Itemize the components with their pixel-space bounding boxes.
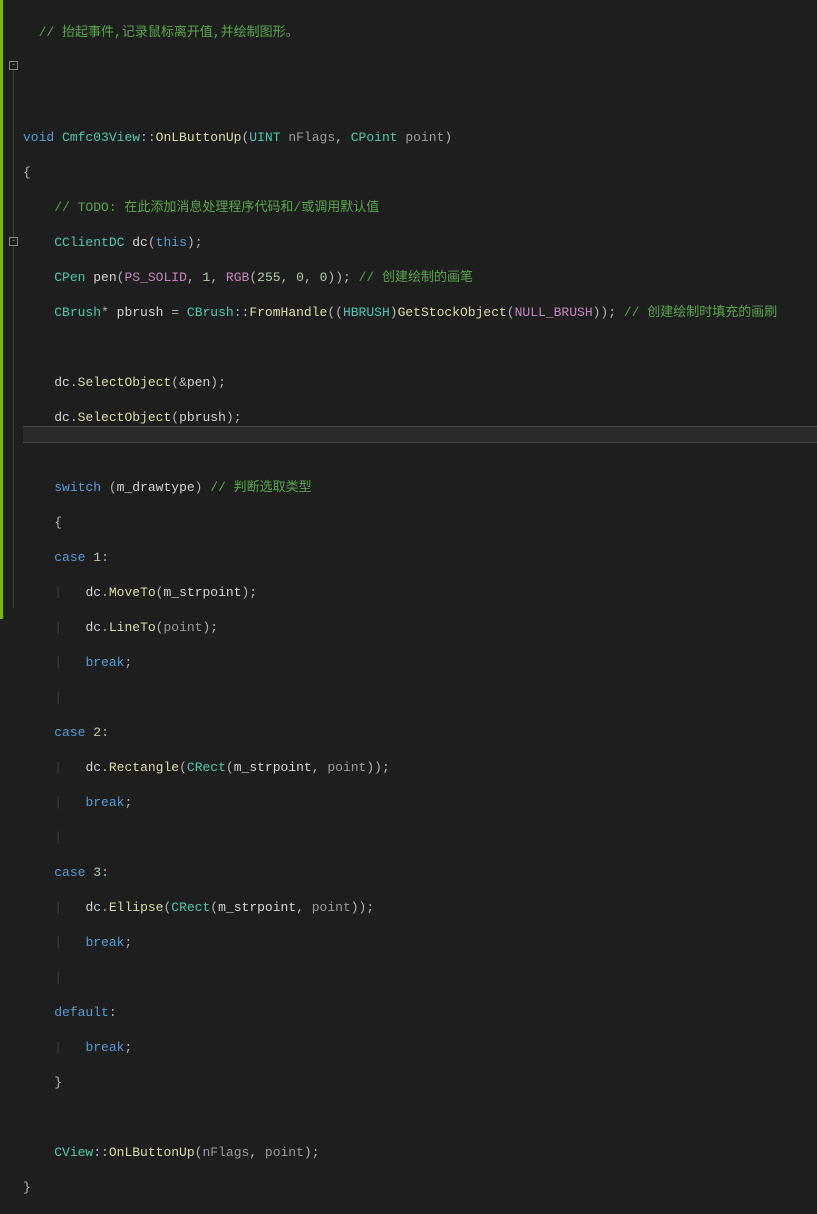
code-line: // TODO: 在此添加消息处理程序代码和/或调用默认值 (23, 199, 817, 217)
code-line: void Cmfc03View::OnLButtonUp(UINT nFlags… (23, 129, 817, 147)
code-line: { (23, 514, 817, 532)
comment: // 抬起事件,记录鼠标离开值,并绘制图形。 (39, 25, 299, 40)
code-line (23, 59, 817, 77)
code-line: switch (m_drawtype) // 判断选取类型 (23, 479, 817, 497)
code-line: | dc.LineTo(point); (23, 619, 817, 637)
code-line: dc.SelectObject(pbrush); (23, 409, 817, 427)
keyword-void: void (23, 130, 54, 145)
code-line: | (23, 689, 817, 707)
code-line: | break; (23, 794, 817, 812)
code-line: } (23, 1074, 817, 1092)
code-line: { (23, 164, 817, 182)
code-line: dc.SelectObject(&pen); (23, 374, 817, 392)
code-line: | (23, 829, 817, 847)
code-line: CBrush* pbrush = CBrush::FromHandle((HBR… (23, 304, 817, 322)
type: Cmfc03View (62, 130, 140, 145)
code-line: case 2: (23, 724, 817, 742)
code-line (23, 444, 817, 462)
code-line: | break; (23, 1039, 817, 1057)
code-line: case 3: (23, 864, 817, 882)
code-line: | dc.Rectangle(CRect(m_strpoint, point))… (23, 759, 817, 777)
code-line: case 1: (23, 549, 817, 567)
code-line (23, 1109, 817, 1127)
code-line: CView::OnLButtonUp(nFlags, point); (23, 1144, 817, 1162)
code-line: default: (23, 1004, 817, 1022)
code-line: | dc.Ellipse(CRect(m_strpoint, point)); (23, 899, 817, 917)
code-line (23, 94, 817, 112)
method-name: OnLButtonUp (156, 130, 242, 145)
code-line: | break; (23, 934, 817, 952)
code-line (23, 339, 817, 357)
code-line: | dc.MoveTo(m_strpoint); (23, 584, 817, 602)
comment: // TODO: 在此添加消息处理程序代码和/或调用默认值 (54, 200, 379, 215)
code-line: } (23, 1179, 817, 1197)
code-line: // 抬起事件,记录鼠标离开值,并绘制图形。 (23, 24, 817, 42)
code-line: | (23, 969, 817, 987)
code-line: | break; (23, 654, 817, 672)
code-line: CPen pen(PS_SOLID, 1, RGB(255, 0, 0)); /… (23, 269, 817, 287)
code-line: CClientDC dc(this); (23, 234, 817, 252)
code-editor[interactable]: // 抬起事件,记录鼠标离开值,并绘制图形。 void Cmfc03View::… (0, 0, 817, 1214)
